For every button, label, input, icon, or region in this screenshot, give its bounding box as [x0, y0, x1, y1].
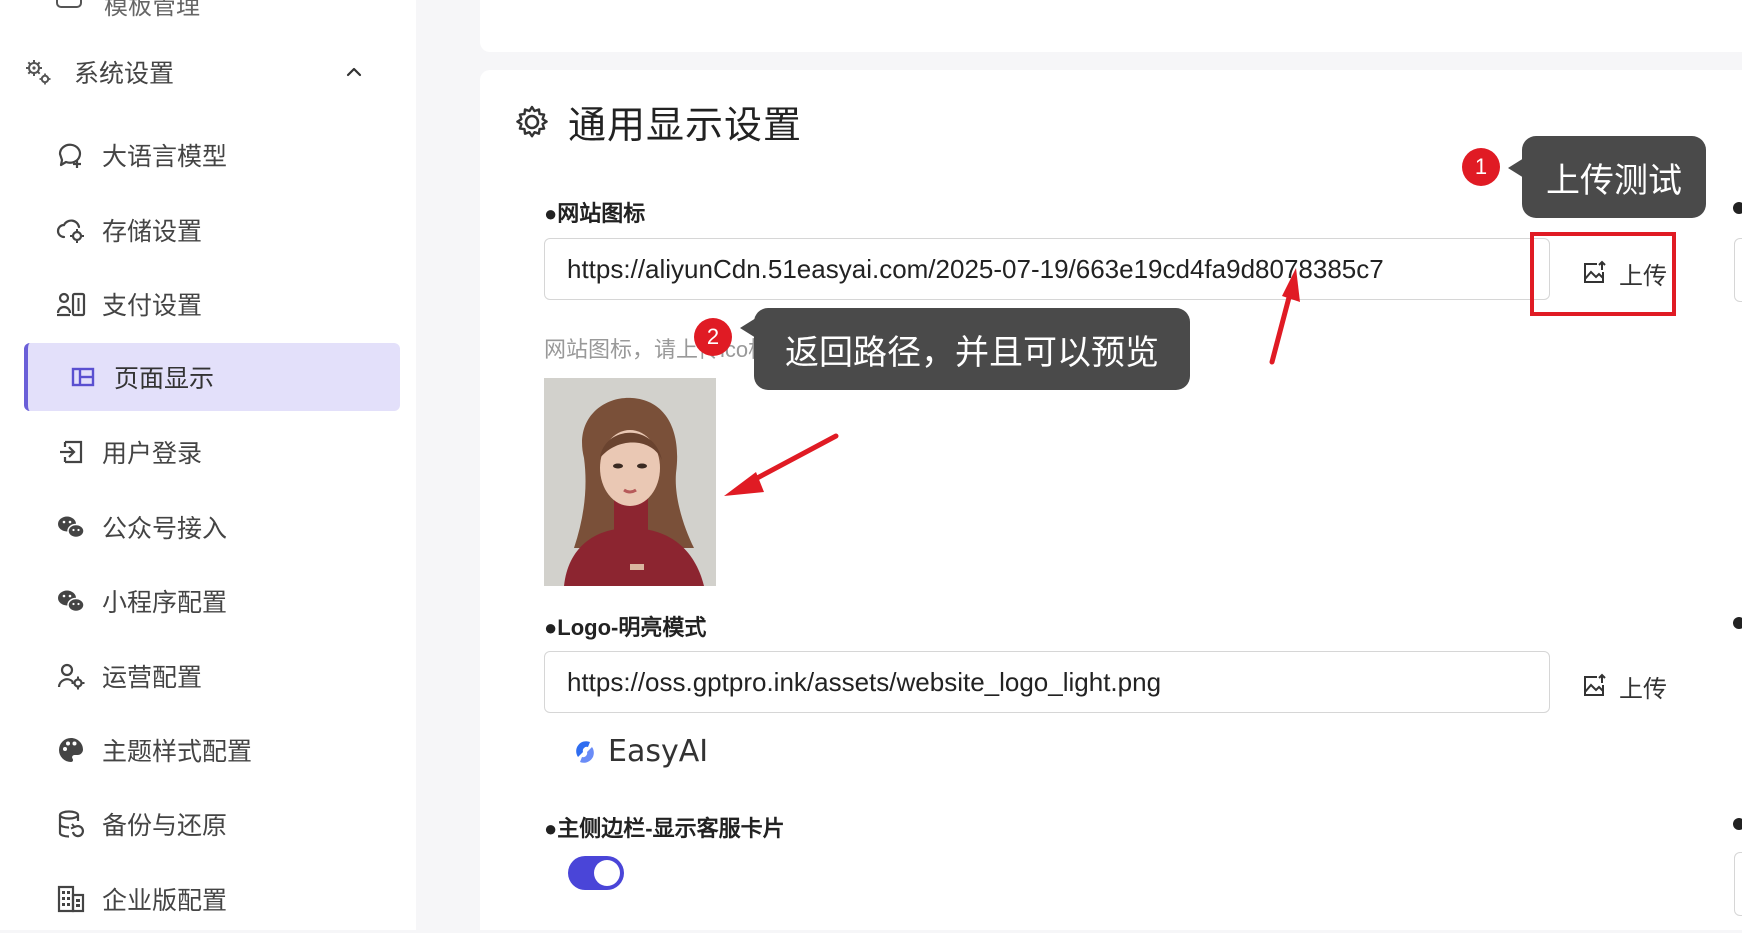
favicon-preview-image [544, 378, 716, 586]
sidebar-card-field-label: ●主侧边栏-显示客服卡片 [544, 816, 785, 841]
right-column-label-dot [1733, 202, 1742, 214]
favicon-field-label: ●网站图标 [544, 201, 646, 226]
sidebar-item-label: 大语言模型 [102, 143, 228, 171]
chat-plus-icon [56, 140, 86, 170]
favicon-url-input[interactable]: https://aliyunCdn.51easyai.com/2025-07-1… [544, 238, 1550, 300]
right-column-input[interactable] [1734, 852, 1742, 916]
right-column-label-dot [1733, 617, 1742, 629]
right-column-label-dot [1733, 818, 1742, 830]
right-column-input[interactable] [1734, 238, 1742, 302]
logo-preview-text: EasyAI [608, 734, 709, 769]
upload-label: 上传 [1619, 675, 1667, 703]
sidebar-item-official-account[interactable]: 公众号接入 [24, 493, 400, 561]
login-icon [56, 437, 86, 467]
upload-highlight-box [1530, 232, 1676, 316]
sidebar-item-label: 主题样式配置 [102, 738, 253, 766]
sidebar-item-llm[interactable]: 大语言模型 [24, 121, 400, 189]
favicon-url-value: https://aliyunCdn.51easyai.com/2025-07-1… [567, 253, 1384, 284]
sidebar-item-theme[interactable]: 主题样式配置 [24, 716, 400, 784]
sidebar-item-label: 备份与还原 [102, 812, 228, 840]
payment-icon [56, 289, 86, 319]
database-restore-icon [56, 809, 86, 839]
sidebar-item-storage[interactable]: 存储设置 [24, 196, 400, 264]
logo-light-preview: EasyAI [570, 734, 708, 769]
sidebar-card-toggle[interactable] [568, 856, 624, 890]
sidebar-item-operations[interactable]: 运营配置 [24, 642, 400, 710]
previous-card [480, 0, 1742, 52]
user-gear-icon [56, 661, 86, 691]
layout-icon [68, 362, 98, 392]
logo-light-url-input[interactable]: https://oss.gptpro.ink/assets/website_lo… [544, 651, 1550, 713]
sidebar-item-label: 页面显示 [114, 365, 215, 393]
sidebar-item-enterprise[interactable]: 企业版配置 [24, 865, 400, 933]
sidebar-group-label: 系统设置 [74, 60, 175, 88]
logo-light-field-label: ●Logo-明亮模式 [544, 615, 707, 640]
sidebar-item-label: 小程序配置 [102, 589, 228, 617]
building-icon [56, 884, 86, 914]
toggle-knob [594, 860, 620, 886]
sidebar: 模板管理 系统设置 大语言模型 存储设置 支付设置 页面显示 用户登录 公众号接… [0, 0, 416, 930]
sidebar-item-template-label[interactable]: 模板管理 [104, 0, 200, 21]
easyai-logo-mark [576, 740, 594, 763]
section-header: 通用显示设置 [514, 94, 802, 149]
section-title: 通用显示设置 [568, 105, 803, 147]
palette-icon [56, 735, 86, 765]
gear-icon [516, 105, 548, 137]
wechat-icon [56, 512, 86, 542]
sidebar-item-page-display[interactable]: 页面显示 [24, 343, 400, 411]
cloud-gear-icon [56, 215, 86, 245]
chevron-up-icon[interactable] [342, 60, 366, 84]
annotation-callout-2: 返回路径，并且可以预览 [740, 308, 1190, 390]
annotation-badge-2: 2 [694, 318, 732, 356]
sidebar-group-system-settings[interactable]: 系统设置 [24, 52, 374, 92]
annotation-badge-1: 1 [1462, 148, 1500, 186]
logo-light-upload-button[interactable]: 上传 [1568, 661, 1680, 711]
sidebar-item-label: 公众号接入 [102, 515, 228, 543]
image-upload-icon [1584, 673, 1606, 696]
sidebar-item-label: 运营配置 [102, 664, 203, 692]
sidebar-item-backup[interactable]: 备份与还原 [24, 790, 400, 858]
wechat-icon [56, 586, 86, 616]
gears-icon [26, 60, 51, 85]
sidebar-item-payment[interactable]: 支付设置 [24, 270, 400, 338]
sidebar-item-mini-program[interactable]: 小程序配置 [24, 567, 400, 635]
sidebar-item-label: 存储设置 [102, 218, 203, 246]
sidebar-item-label: 企业版配置 [102, 887, 228, 915]
sidebar-item-user-login[interactable]: 用户登录 [24, 418, 400, 486]
annotation-callout-1: 上传测试 [1508, 136, 1706, 218]
logo-light-url-value: https://oss.gptpro.ink/assets/website_lo… [567, 666, 1162, 697]
sidebar-item-label: 用户登录 [102, 440, 203, 468]
template-icon [56, 0, 82, 8]
sidebar-item-label: 支付设置 [102, 292, 203, 320]
